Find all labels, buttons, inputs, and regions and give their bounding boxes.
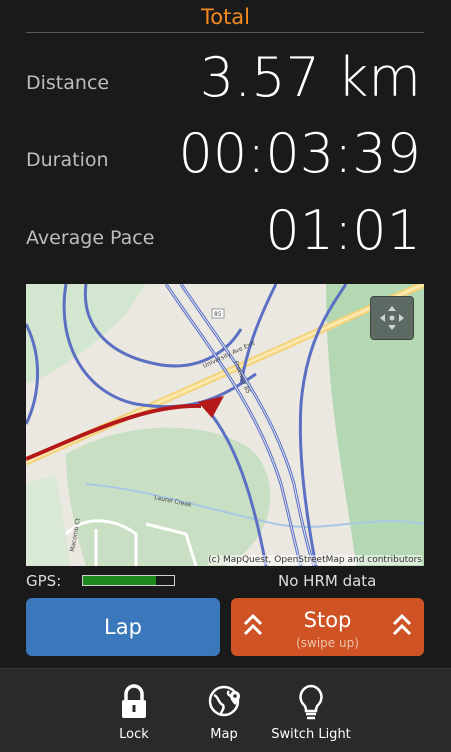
gps-label: GPS: bbox=[26, 572, 62, 590]
map-tiles: 85 University Ave Exit Freeway 85 Laurel… bbox=[26, 284, 424, 566]
chevron-up-double-icon bbox=[392, 613, 412, 636]
map-label-85: 85 bbox=[214, 311, 222, 318]
switch-light-label: Switch Light bbox=[271, 727, 351, 742]
duration-label: Duration bbox=[26, 149, 109, 171]
move-arrows-icon bbox=[380, 306, 404, 330]
lightbulb-icon bbox=[299, 684, 323, 720]
hrm-status: No HRM data bbox=[278, 572, 377, 590]
map-recenter-button[interactable] bbox=[370, 296, 414, 340]
lock-icon bbox=[122, 684, 146, 718]
section-title: Total bbox=[200, 5, 251, 29]
map-label: Map bbox=[210, 727, 238, 742]
duration-value: 00:03:39 bbox=[178, 122, 421, 185]
switch-light-action[interactable]: Switch Light bbox=[261, 669, 361, 752]
header-divider bbox=[26, 32, 424, 33]
distance-label: Distance bbox=[26, 72, 110, 94]
stop-button[interactable]: Stop (swipe up) bbox=[231, 598, 424, 656]
lock-action[interactable]: Lock bbox=[84, 669, 184, 752]
lap-button[interactable]: Lap bbox=[26, 598, 220, 656]
distance-value: 3.57 km bbox=[199, 46, 421, 109]
route-map[interactable]: 85 University Ave Exit Freeway 85 Laurel… bbox=[26, 284, 424, 566]
map-action[interactable]: Map bbox=[174, 669, 274, 752]
average-pace-label: Average Pace bbox=[26, 227, 155, 249]
average-pace-value: 01:01 bbox=[265, 199, 421, 262]
action-bar: Lock Map Switch Light bbox=[0, 668, 451, 752]
gps-signal-fill bbox=[83, 576, 156, 585]
map-attribution: (c) MapQuest, OpenStreetMap and contribu… bbox=[208, 555, 422, 565]
gps-signal-bar bbox=[82, 575, 175, 586]
globe-pin-icon bbox=[208, 685, 240, 717]
lock-label: Lock bbox=[119, 727, 149, 742]
